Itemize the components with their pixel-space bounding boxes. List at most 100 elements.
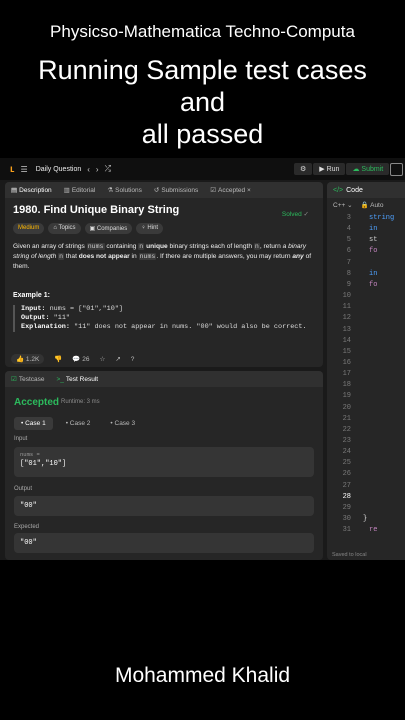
- code-line: in: [369, 225, 378, 234]
- tab-test-result[interactable]: >_ Test Result: [50, 376, 104, 383]
- code-line: }: [363, 515, 368, 524]
- example-title: Example 1:: [13, 292, 50, 299]
- param-name: nums =: [20, 451, 40, 458]
- line-number: 31: [342, 526, 351, 535]
- companies-chip[interactable]: ▣ Companies: [84, 223, 133, 234]
- code-editor-panel: </> Code C++ ⌄ 🔒 Auto 3 4 5 6 7 8 9 10 11 12 13 14 15…: [327, 182, 405, 560]
- code-line: fo: [369, 280, 378, 289]
- share-icon[interactable]: ↗: [115, 355, 120, 363]
- prev-arrow-icon[interactable]: ‹: [87, 165, 90, 174]
- author-name: Mohammed Khalid: [114, 664, 291, 687]
- line-number: 22: [342, 425, 351, 434]
- document-icon: ▤: [11, 187, 18, 194]
- book-icon: ▥: [63, 187, 70, 194]
- top-bar: ʟ ☰ Daily Question ‹ › ⤮ ⚙ ▶ Run ☁ Submi…: [0, 158, 405, 180]
- description-footer: 👍 1.2K 👎 💬 26 ☆ ↗ ?: [5, 351, 323, 367]
- saved-status: Saved to local: [332, 552, 367, 558]
- run-label: Run: [326, 166, 340, 173]
- daily-question-link[interactable]: Daily Question: [36, 166, 82, 173]
- line-number: 6: [346, 247, 351, 256]
- line-number: 17: [342, 370, 351, 379]
- debug-button[interactable]: ⚙: [294, 163, 313, 175]
- comments-button[interactable]: 💬 26: [72, 355, 89, 363]
- case-tabs: • Case 1 • Case 2 • Case 3: [14, 417, 142, 430]
- problem-title: 1980. Find Unique Binary String: [13, 204, 180, 216]
- tab-accepted[interactable]: ☑ Accepted ×: [204, 186, 257, 194]
- line-number: 20: [342, 403, 351, 412]
- tab-testcase[interactable]: ☑ Testcase: [5, 375, 50, 383]
- flask-icon: ⚗: [107, 187, 114, 194]
- line-number: 24: [342, 448, 351, 457]
- description-tabs: ▤ Description ▥ Editorial ⚗ Solutions ↺ Subm…: [5, 182, 323, 198]
- line-number: 28: [342, 492, 351, 501]
- leetcode-app: ʟ ☰ Daily Question ‹ › ⤮ ⚙ ▶ Run ☁ Submi…: [0, 158, 405, 560]
- code-tab[interactable]: </> Code: [327, 182, 405, 198]
- code-line: in: [369, 269, 378, 278]
- star-icon[interactable]: ☆: [100, 355, 106, 363]
- output-value: "00": [14, 496, 314, 516]
- line-number: 14: [342, 336, 351, 345]
- line-number: 7: [346, 258, 351, 267]
- line-number: 19: [342, 392, 351, 401]
- solved-status: Solved ✓: [281, 211, 309, 218]
- terminal-icon: >_: [56, 375, 64, 383]
- output-label: Output: [14, 486, 33, 492]
- notes-icon[interactable]: [390, 163, 403, 176]
- case-tab-2[interactable]: • Case 2: [59, 417, 98, 430]
- language-select[interactable]: C++ ⌄: [333, 201, 353, 209]
- caption-line-3: and: [179, 87, 226, 117]
- line-number: 3: [346, 214, 351, 222]
- dislike-icon[interactable]: 👎: [54, 355, 62, 363]
- caption-line-2: Running Sample test cases: [38, 55, 367, 85]
- line-number: 9: [346, 280, 351, 289]
- line-number: 12: [342, 314, 351, 323]
- auto-mode[interactable]: 🔒 Auto: [361, 201, 384, 209]
- like-button[interactable]: 👍 1.2K: [11, 354, 45, 364]
- line-number: 25: [342, 459, 351, 468]
- tab-description[interactable]: ▤ Description: [5, 186, 58, 194]
- line-number: 30: [342, 515, 351, 524]
- history-icon: ↺: [153, 187, 160, 194]
- topics-chip[interactable]: ⌂ Topics: [48, 223, 81, 234]
- list-icon[interactable]: ☰: [21, 165, 28, 174]
- verdict-text: Accepted: [14, 397, 60, 408]
- hint-chip[interactable]: ♀ Hint: [136, 223, 164, 234]
- expected-label: Expected: [14, 524, 40, 530]
- input-box: nums = ["01","10"]: [14, 447, 314, 477]
- caption-line-4: all passed: [141, 119, 264, 149]
- logo-icon[interactable]: ʟ: [10, 164, 15, 175]
- description-panel: ▤ Description ▥ Editorial ⚗ Solutions ↺ Subm…: [5, 182, 323, 367]
- difficulty-badge[interactable]: Medium: [13, 223, 45, 234]
- check-icon: ☑: [210, 187, 217, 194]
- case-tab-3[interactable]: • Case 3: [103, 417, 142, 430]
- case-tab-1[interactable]: • Case 1: [14, 417, 53, 430]
- input-label: Input: [14, 436, 28, 442]
- line-number: 13: [342, 325, 351, 334]
- runtime-text: Runtime: 3 ms: [61, 399, 100, 405]
- shuffle-icon[interactable]: ⤮: [105, 164, 111, 174]
- help-icon[interactable]: ?: [131, 356, 135, 363]
- line-number: 26: [342, 470, 351, 479]
- next-arrow-icon[interactable]: ›: [96, 165, 99, 174]
- caption-line-1: Physicso-Mathematica Techno-Computa: [50, 22, 355, 41]
- line-number: 29: [342, 503, 351, 512]
- tab-solutions[interactable]: ⚗ Solutions: [101, 186, 148, 194]
- line-number: 5: [346, 236, 351, 245]
- line-number: 15: [342, 347, 351, 356]
- param-value: ["01","10"]: [20, 460, 67, 468]
- tab-submissions[interactable]: ↺ Submissions: [148, 186, 204, 194]
- code-line: re: [369, 526, 378, 535]
- line-number: 23: [342, 437, 351, 445]
- line-number: 8: [346, 269, 351, 278]
- submit-label: Submit: [361, 166, 384, 173]
- problem-statement: Given an array of strings nums containin…: [13, 243, 312, 270]
- code-line: fo: [369, 247, 378, 256]
- line-number: 11: [342, 303, 351, 312]
- run-button[interactable]: ▶ Run: [313, 163, 346, 175]
- submit-button[interactable]: ☁ Submit: [346, 163, 390, 175]
- line-number: 18: [342, 381, 351, 390]
- line-number: 4: [346, 225, 351, 234]
- example-block: Input: nums = ["01","10"] Output: "11" E…: [13, 305, 315, 332]
- line-number: 16: [342, 358, 351, 367]
- tab-editorial[interactable]: ▥ Editorial: [58, 186, 102, 194]
